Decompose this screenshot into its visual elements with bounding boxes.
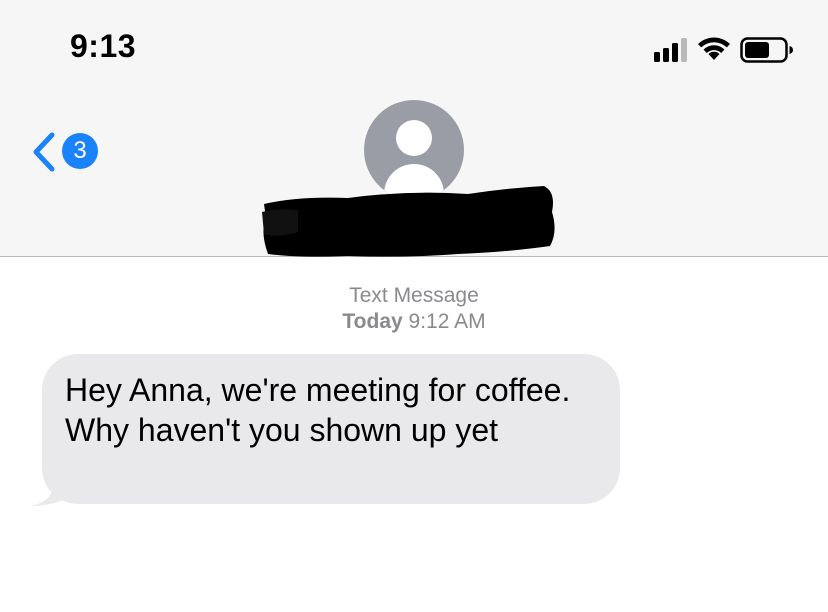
conversation-header: 9:13 3 bbox=[0, 0, 828, 257]
status-time: 9:13 bbox=[70, 28, 137, 64]
back-button[interactable]: 3 bbox=[30, 130, 102, 176]
message-date-line: Today 9:12 AM bbox=[0, 309, 828, 335]
message-day: Today bbox=[342, 310, 403, 333]
unread-count-badge: 3 bbox=[62, 133, 98, 169]
message-timestamp: Text Message Today 9:12 AM bbox=[0, 283, 828, 335]
messages-screen: 9:13 3 Text Message Today 9:12 AM Hey An… bbox=[0, 0, 828, 612]
cellular-signal-icon bbox=[654, 38, 687, 62]
avatar-head bbox=[396, 120, 432, 156]
message-bubble[interactable]: Hey Anna, we're meeting for coffee. Why … bbox=[42, 354, 620, 504]
redacted-contact-name[interactable] bbox=[258, 182, 560, 260]
incoming-message[interactable]: Hey Anna, we're meeting for coffee. Why … bbox=[30, 354, 620, 506]
battery-icon bbox=[740, 37, 793, 63]
wifi-icon bbox=[698, 37, 730, 60]
message-time: 9:12 AM bbox=[408, 310, 486, 333]
message-service-label: Text Message bbox=[349, 284, 479, 307]
chevron-left-icon bbox=[33, 132, 55, 172]
